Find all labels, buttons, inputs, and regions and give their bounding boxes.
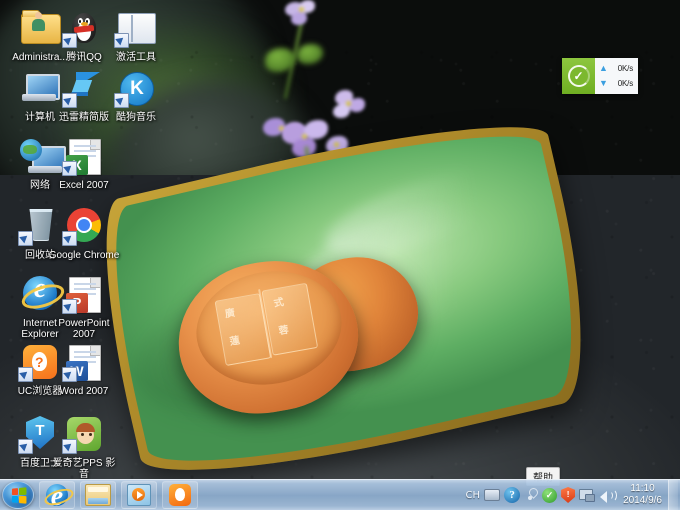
help-icon: ? <box>504 487 521 503</box>
shortcut-arrow-icon <box>62 33 77 48</box>
folder-explorer-icon <box>85 484 111 506</box>
excel-icon: X <box>62 134 106 178</box>
desktop-icon-label: PowerPoint 2007 <box>58 318 110 340</box>
tray-volume[interactable] <box>599 488 618 503</box>
shortcut-arrow-icon <box>62 367 77 382</box>
media-player-icon <box>127 484 151 506</box>
shortcut-arrow-icon <box>114 93 129 108</box>
kugou-icon <box>114 66 158 110</box>
desktop-icon-word-2007[interactable]: W Word 2007 <box>48 340 120 397</box>
desktop-screen: 廣 蓮 式 蓉 Administra... 腾讯QQ 激活工具 计算机 迅雷精简… <box>0 0 680 510</box>
windows-logo-icon <box>11 486 26 504</box>
folder-open-icon <box>114 6 158 50</box>
widget-status-area[interactable]: ✓ <box>562 58 595 94</box>
tray-help-button[interactable]: ? <box>504 487 521 503</box>
start-button[interactable] <box>2 481 34 509</box>
check-circle-icon: ✓ <box>567 65 590 87</box>
clock-time: 11:10 <box>630 483 655 494</box>
upload-speed-row: ▲ 0K/s <box>598 61 636 76</box>
network-speed-widget[interactable]: ✓ ▲ 0K/s ▼ 0K/s <box>562 58 638 94</box>
system-tray: CH ? ✓ ! 11:10 2014/9/6 <box>464 480 680 510</box>
shortcut-arrow-icon <box>114 33 129 48</box>
desktop-icon-label: Word 2007 <box>59 386 109 397</box>
desktop-icon-label: Google Chrome <box>48 250 120 261</box>
chrome-icon <box>62 204 106 248</box>
desktop-icon-google-chrome[interactable]: Google Chrome <box>48 204 120 261</box>
check-mark-glyph: ✓ <box>573 69 584 83</box>
shortcut-arrow-icon <box>62 231 77 246</box>
clock-date: 2014/9/6 <box>623 495 662 506</box>
upload-speed-value: 0K/s <box>617 64 633 73</box>
shortcut-arrow-icon <box>62 161 77 176</box>
desktop-icon-label: 爱奇艺PPS 影音 <box>52 458 116 480</box>
desktop-icon-label: Excel 2007 <box>59 180 109 191</box>
keyboard-icon <box>484 489 501 501</box>
desktop-icon-activation-tool[interactable]: 激活工具 <box>100 6 172 63</box>
taskbar-clock[interactable]: 11:10 2014/9/6 <box>617 483 666 507</box>
taskbar-item-internet-explorer[interactable] <box>39 481 76 510</box>
taskbar-item-windows-explorer[interactable] <box>80 481 116 509</box>
security-shield-icon: ! <box>561 487 576 503</box>
download-arrow-icon: ▼ <box>599 78 608 88</box>
desktop-icon-powerpoint-2007[interactable]: P PowerPoint 2007 <box>48 272 120 340</box>
shortcut-arrow-icon <box>18 367 33 382</box>
green-check-icon: ✓ <box>542 487 558 503</box>
tray-ime-indicator[interactable]: CH <box>466 490 481 501</box>
taskbar-item-uc-browser[interactable] <box>162 481 198 509</box>
upload-arrow-icon: ▲ <box>599 63 608 73</box>
desktop-icon-label: 酷狗音乐 <box>116 112 156 123</box>
powerpoint-icon: P <box>62 272 106 316</box>
shortcut-arrow-icon <box>18 231 33 246</box>
download-speed-row: ▼ 0K/s <box>598 76 636 91</box>
tray-security-ok[interactable]: ✓ <box>542 487 558 503</box>
shortcut-arrow-icon <box>18 439 33 454</box>
word-icon: W <box>62 340 106 384</box>
tray-ime-tools[interactable] <box>524 486 540 503</box>
widget-speed-panel[interactable]: ▲ 0K/s ▼ 0K/s <box>595 58 638 94</box>
desktop-icon-label: 激活工具 <box>116 52 156 63</box>
desktop-icon-kugou-music[interactable]: 酷狗音乐 <box>100 66 172 123</box>
download-speed-value: 0K/s <box>617 79 633 88</box>
taskbar: CH ? ✓ ! <box>0 479 680 510</box>
tray-ime-keyboard[interactable] <box>484 489 501 501</box>
shortcut-arrow-icon <box>62 439 77 454</box>
desktop-icon-excel-2007[interactable]: X Excel 2007 <box>48 134 120 191</box>
network-icon <box>579 488 596 502</box>
shortcut-arrow-icon <box>62 93 77 108</box>
tray-network[interactable] <box>579 488 596 502</box>
desktop-icon-iqiyi-pps[interactable]: 爱奇艺PPS 影音 <box>48 412 120 480</box>
show-desktop-button[interactable] <box>668 480 678 510</box>
tray-security-shield[interactable]: ! <box>561 487 576 503</box>
taskbar-item-media-player[interactable] <box>121 481 157 509</box>
uc-browser-icon <box>169 484 191 506</box>
location-icon <box>524 486 540 503</box>
ime-language-label: CH <box>465 489 481 501</box>
internet-explorer-icon <box>42 481 76 510</box>
volume-icon <box>599 488 618 503</box>
shortcut-arrow-icon <box>62 299 77 314</box>
pps-icon <box>62 412 106 456</box>
wallpaper-flower-cluster <box>255 0 375 140</box>
